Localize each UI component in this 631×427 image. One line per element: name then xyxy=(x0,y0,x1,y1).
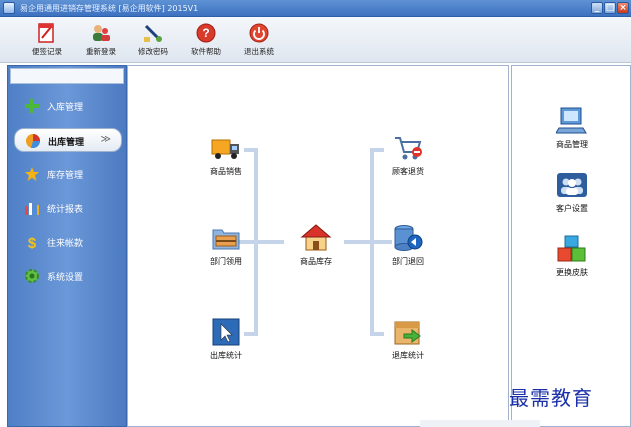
title-bar: 易企用通用进销存管理系统 [易企用软件] 2015V1 _ □ × xyxy=(0,0,631,17)
sidebar-item-inventory[interactable]: 库存管理 xyxy=(14,162,122,186)
main-panel: 商品销售 部门领用 出库统计 商品库存 顾客退货 部门退回 退库统计 xyxy=(127,65,509,427)
computer-icon xyxy=(555,106,588,136)
svg-text:?: ? xyxy=(202,26,209,40)
cubes-icon xyxy=(556,234,588,264)
exit-button[interactable]: 退出系统 xyxy=(234,19,284,61)
chevron-right-icon: ≫ xyxy=(100,134,111,145)
product-management-node[interactable]: 商品管理 xyxy=(542,106,602,150)
product-sales-node[interactable]: 商品销售 xyxy=(198,132,254,177)
sidebar-header-strip xyxy=(10,68,124,84)
dept-return-node[interactable]: 部门退回 xyxy=(380,222,436,267)
change-skin-node[interactable]: 更换皮肤 xyxy=(542,234,602,278)
app-icon xyxy=(3,2,15,14)
window-title: 易企用通用进销存管理系统 [易企用软件] 2015V1 xyxy=(20,4,199,13)
house-icon xyxy=(300,222,332,254)
product-stock-node[interactable]: 商品库存 xyxy=(288,222,344,267)
sidebar: 入库管理 出库管理 ≫ 库存管理 统计报表 $ 往来帐款 系统设置 xyxy=(7,65,127,427)
box-arrow-icon xyxy=(392,316,424,348)
customer-settings-node[interactable]: 客户设置 xyxy=(542,170,602,214)
bar-chart-icon xyxy=(24,200,40,216)
relogin-button[interactable]: 重新登录 xyxy=(76,19,126,61)
power-icon xyxy=(248,22,270,44)
relogin-icon xyxy=(90,22,112,44)
outbound-stats-node[interactable]: 出库统计 xyxy=(198,316,254,361)
sidebar-item-accounts[interactable]: $ 往来帐款 xyxy=(14,230,122,254)
change-password-button[interactable]: 修改密码 xyxy=(128,19,178,61)
help-button[interactable]: ? 软件帮助 xyxy=(181,19,231,61)
password-icon xyxy=(142,22,164,44)
toolbar: 便签记录 重新登录 修改密码 ? 软件帮助 退出系统 xyxy=(0,17,631,63)
pie-icon xyxy=(25,133,41,149)
dollar-icon: $ xyxy=(24,234,40,252)
svg-text:$: $ xyxy=(28,235,37,250)
sidebar-item-inbound[interactable]: 入库管理 xyxy=(14,94,122,118)
watermark: 最需教育 xyxy=(509,386,593,410)
star-icon xyxy=(24,166,40,182)
dept-requisition-node[interactable]: 部门领用 xyxy=(198,222,254,267)
cursor-icon xyxy=(210,316,242,348)
window-controls: _ □ × xyxy=(591,2,629,14)
database-icon xyxy=(392,222,424,254)
cart-icon xyxy=(392,132,424,164)
status-strip xyxy=(420,420,540,427)
return-stats-node[interactable]: 退库统计 xyxy=(380,316,436,361)
plus-icon xyxy=(24,98,40,114)
customer-returns-node[interactable]: 顾客退货 xyxy=(380,132,436,177)
sidebar-item-outbound[interactable]: 出库管理 ≫ xyxy=(14,128,122,152)
help-icon: ? xyxy=(195,22,217,44)
folder-icon xyxy=(210,222,242,254)
notepad-icon xyxy=(36,22,58,44)
close-button[interactable]: × xyxy=(617,2,629,14)
people-icon xyxy=(556,170,588,200)
sidebar-item-settings[interactable]: 系统设置 xyxy=(14,264,122,288)
gear-icon xyxy=(24,268,40,284)
minimize-button[interactable]: _ xyxy=(591,2,603,14)
maximize-button[interactable]: □ xyxy=(604,2,616,14)
sidebar-item-reports[interactable]: 统计报表 xyxy=(14,196,122,220)
notes-button[interactable]: 便签记录 xyxy=(22,19,72,61)
truck-icon xyxy=(210,132,242,164)
right-panel: 商品管理 客户设置 更换皮肤 xyxy=(511,65,631,427)
